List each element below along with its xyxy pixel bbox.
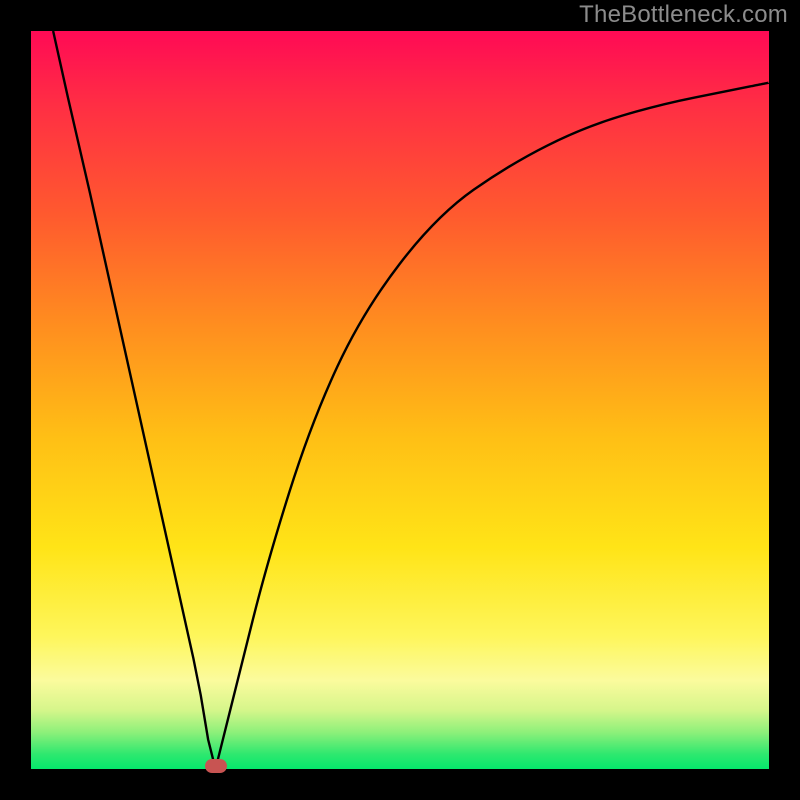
chart-frame: TheBottleneck.com [0,0,800,800]
watermark-text: TheBottleneck.com [579,1,788,29]
curve-path [53,31,769,769]
plot-area [31,31,769,769]
minimum-marker [205,759,227,773]
bottleneck-curve [31,31,769,769]
